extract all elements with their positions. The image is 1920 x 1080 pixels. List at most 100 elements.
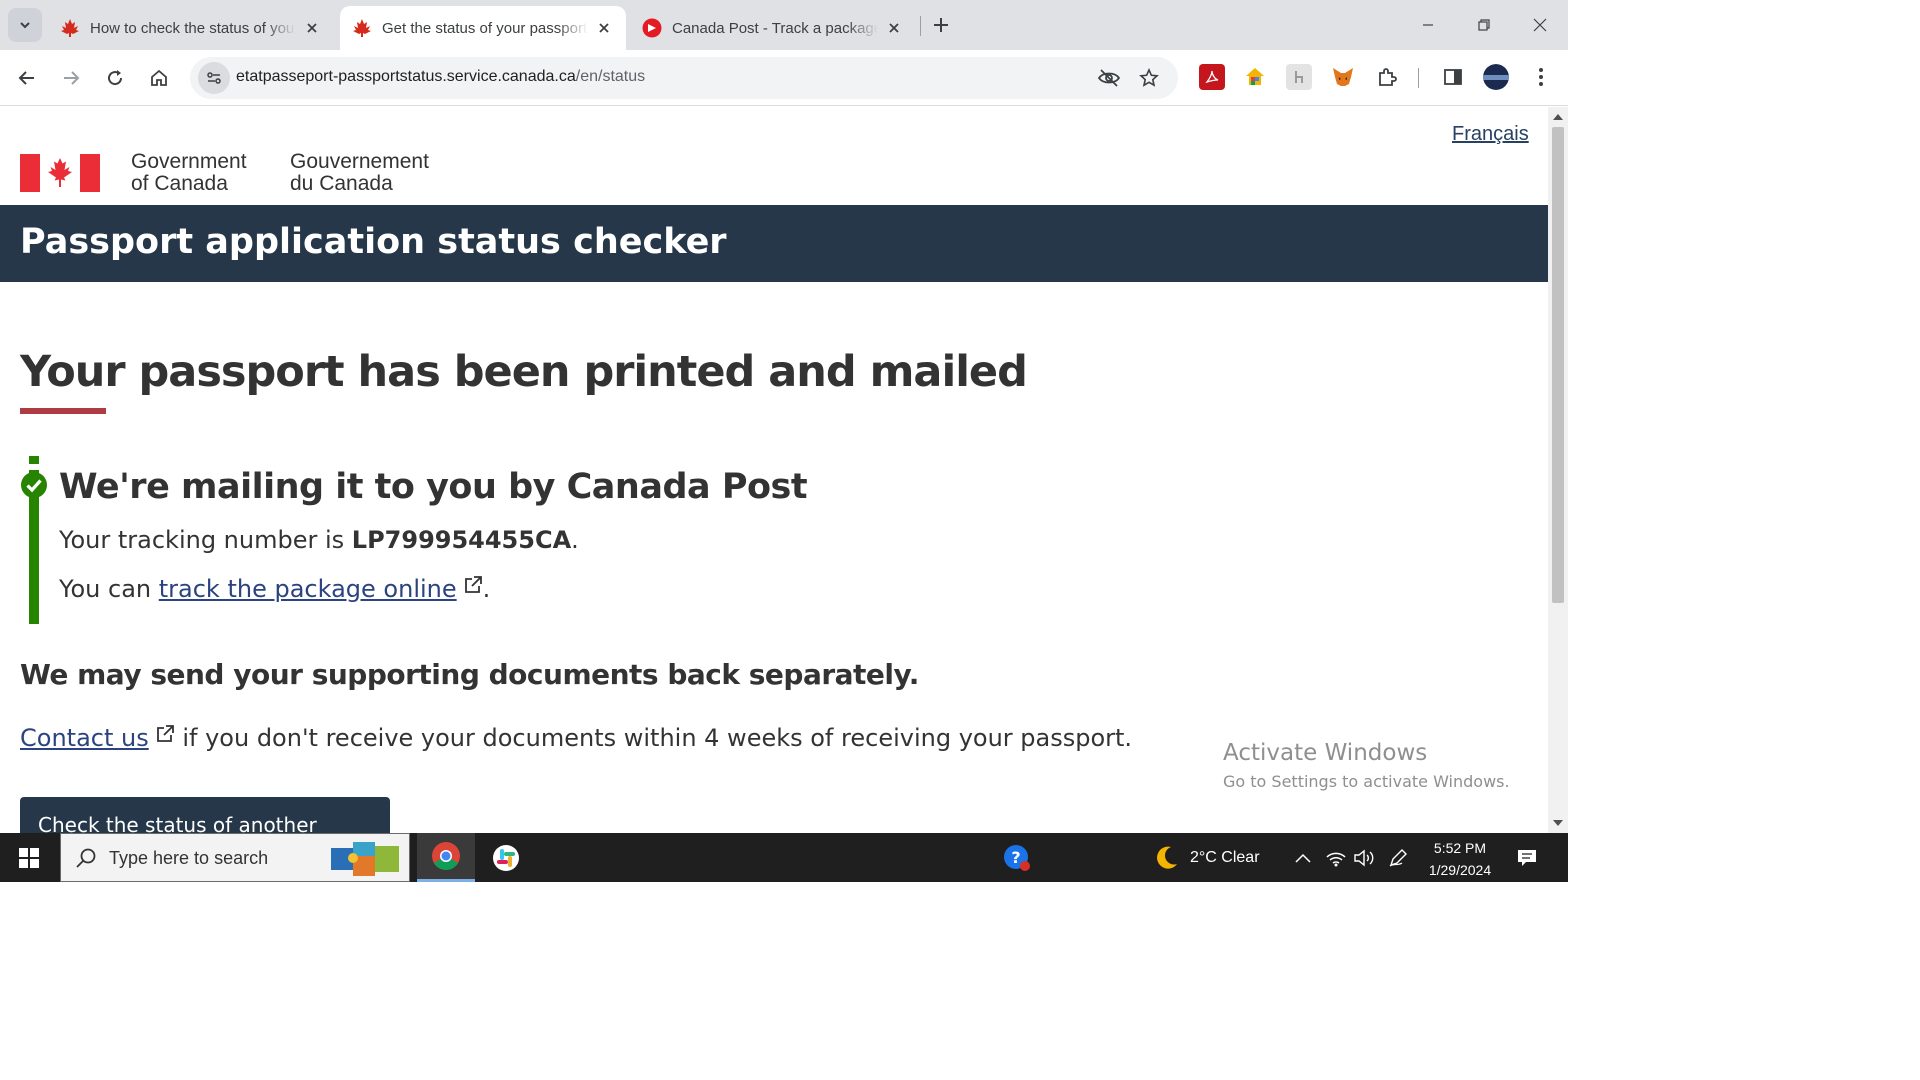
- wifi-icon: [1326, 852, 1346, 866]
- close-icon[interactable]: [302, 18, 322, 38]
- pen-icon: [1389, 848, 1407, 867]
- reload-button[interactable]: [99, 62, 131, 94]
- contact-text: if you don't receive your documents with…: [174, 724, 1133, 752]
- title-banner: Passport application status checker: [0, 205, 1548, 282]
- close-icon[interactable]: [594, 18, 614, 38]
- url-path: /en/status: [575, 68, 646, 85]
- close-window-button[interactable]: [1512, 0, 1568, 50]
- taskbar-slack[interactable]: [477, 833, 535, 882]
- browser-tab-bar: How to check the status of your Get the …: [0, 0, 1568, 50]
- gov-fr-line2: du Canada: [290, 172, 393, 195]
- close-icon: [1533, 18, 1547, 32]
- maple-leaf-icon: [61, 19, 79, 37]
- gov-en-line1: Government: [131, 150, 247, 173]
- gov-fr-line1: Gouvernement: [290, 150, 429, 173]
- windows-logo-icon: [19, 847, 39, 868]
- watermark-title: Activate Windows: [1223, 740, 1428, 766]
- chrome-icon: [432, 842, 460, 870]
- taskbar-chrome[interactable]: [417, 833, 475, 882]
- scroll-up-icon[interactable]: [1552, 111, 1564, 123]
- start-button[interactable]: [0, 833, 58, 882]
- scrollbar-thumb[interactable]: [1552, 127, 1564, 603]
- pen-menu[interactable]: [1388, 833, 1408, 882]
- tracking-protection-button[interactable]: [1093, 62, 1125, 94]
- profile-avatar[interactable]: [1483, 64, 1509, 90]
- address-bar[interactable]: etatpasseport-passportstatus.service.can…: [190, 57, 1178, 99]
- url-text[interactable]: etatpasseport-passportstatus.service.can…: [236, 68, 645, 86]
- search-icon: [76, 848, 96, 868]
- tab-how-to-check[interactable]: How to check the status of your: [48, 6, 334, 50]
- tracking-prefix: Your tracking number is: [59, 526, 352, 554]
- eye-slash-icon: [1097, 69, 1121, 87]
- restore-icon: [1478, 19, 1490, 31]
- windows-taskbar: Type here to search ? 2°C Clear 5:52 PM …: [0, 833, 1568, 882]
- taskbar-clock[interactable]: 5:52 PM 1/29/2024: [1418, 837, 1502, 881]
- government-of-canada-en: Government of Canada: [131, 151, 247, 195]
- weather-text: 2°C Clear: [1190, 848, 1260, 866]
- pdf-extension-icon[interactable]: [1199, 64, 1225, 90]
- status-bar-gap: [29, 464, 39, 470]
- tab-search-button[interactable]: [8, 8, 42, 42]
- star-icon: [1139, 68, 1159, 87]
- minimize-button[interactable]: [1400, 0, 1456, 50]
- close-icon[interactable]: [884, 18, 904, 38]
- tab-title: How to check the status of your: [90, 19, 296, 37]
- clock-time: 5:52 PM: [1433, 840, 1487, 856]
- page-scrollbar[interactable]: [1548, 107, 1568, 833]
- svg-text:?: ?: [1011, 848, 1020, 867]
- contact-us-link[interactable]: Contact us: [20, 724, 149, 752]
- bookmark-button[interactable]: [1133, 62, 1165, 94]
- scroll-down-icon[interactable]: [1552, 817, 1564, 829]
- arrow-right-icon: [64, 71, 80, 85]
- tab-passport-status[interactable]: Get the status of your passport: [340, 6, 626, 50]
- check-another-application-button[interactable]: Check the status of another application: [20, 797, 390, 833]
- network-status[interactable]: [1325, 833, 1347, 882]
- reload-icon: [108, 70, 123, 86]
- help-icon: ?: [1004, 844, 1030, 871]
- gov-en-line2: of Canada: [131, 172, 228, 195]
- extensions-puzzle-icon[interactable]: [1374, 64, 1400, 90]
- canada-post-icon: [642, 18, 662, 38]
- external-link-icon: [156, 725, 174, 742]
- home-button[interactable]: [143, 62, 175, 94]
- site-info-button[interactable]: [198, 62, 230, 94]
- track-package-link[interactable]: track the package online: [159, 575, 457, 603]
- speaker-icon: [1354, 849, 1374, 866]
- tab-canada-post[interactable]: Canada Post - Track a package b: [630, 6, 916, 50]
- taskbar-help-app[interactable]: ?: [988, 833, 1046, 882]
- notification-center[interactable]: [1516, 833, 1538, 882]
- forward-button[interactable]: [55, 62, 87, 94]
- browser-menu-icon[interactable]: [1528, 64, 1554, 90]
- tracking-number: LP799954455CA: [351, 526, 572, 554]
- volume-control[interactable]: [1353, 833, 1375, 882]
- back-button[interactable]: [11, 62, 43, 94]
- side-panel-icon[interactable]: [1440, 64, 1466, 90]
- show-hidden-icons[interactable]: [1294, 833, 1312, 882]
- banner-title: Passport application status checker: [20, 222, 727, 262]
- plus-icon: [934, 18, 948, 32]
- toolbar-divider: [1418, 68, 1419, 88]
- title-underline: [20, 408, 106, 414]
- new-tab-button[interactable]: [928, 12, 954, 38]
- page-viewport: Français Government of Canada Gouverneme…: [0, 107, 1548, 833]
- track-paragraph: You can track the package online.: [59, 575, 490, 603]
- chevron-up-icon: [1295, 853, 1311, 863]
- weather-widget[interactable]: 2°C Clear: [1152, 833, 1260, 882]
- gouvernement-du-canada-fr: Gouvernement du Canada: [290, 151, 429, 195]
- fox-extension-icon[interactable]: [1330, 64, 1356, 90]
- track-suffix: .: [482, 575, 491, 603]
- home-colorful-extension-icon[interactable]: [1242, 64, 1268, 90]
- clock-date: 1/29/2024: [1428, 862, 1492, 878]
- language-toggle-link[interactable]: Français: [1452, 123, 1529, 146]
- tab-title: Canada Post - Track a package b: [672, 19, 878, 37]
- contact-paragraph: Contact us if you don't receive your doc…: [20, 724, 1132, 752]
- check-circle-icon: [21, 472, 47, 498]
- tracking-paragraph: Your tracking number is LP799954455CA.: [59, 526, 579, 554]
- moon-icon: [1157, 846, 1177, 869]
- arrow-left-icon: [18, 71, 34, 85]
- chevron-down-icon: [20, 22, 30, 29]
- gray-extension-icon[interactable]: [1286, 64, 1312, 90]
- home-icon: [151, 69, 167, 86]
- taskbar-search-box[interactable]: Type here to search: [60, 833, 410, 882]
- restore-button[interactable]: [1456, 0, 1512, 50]
